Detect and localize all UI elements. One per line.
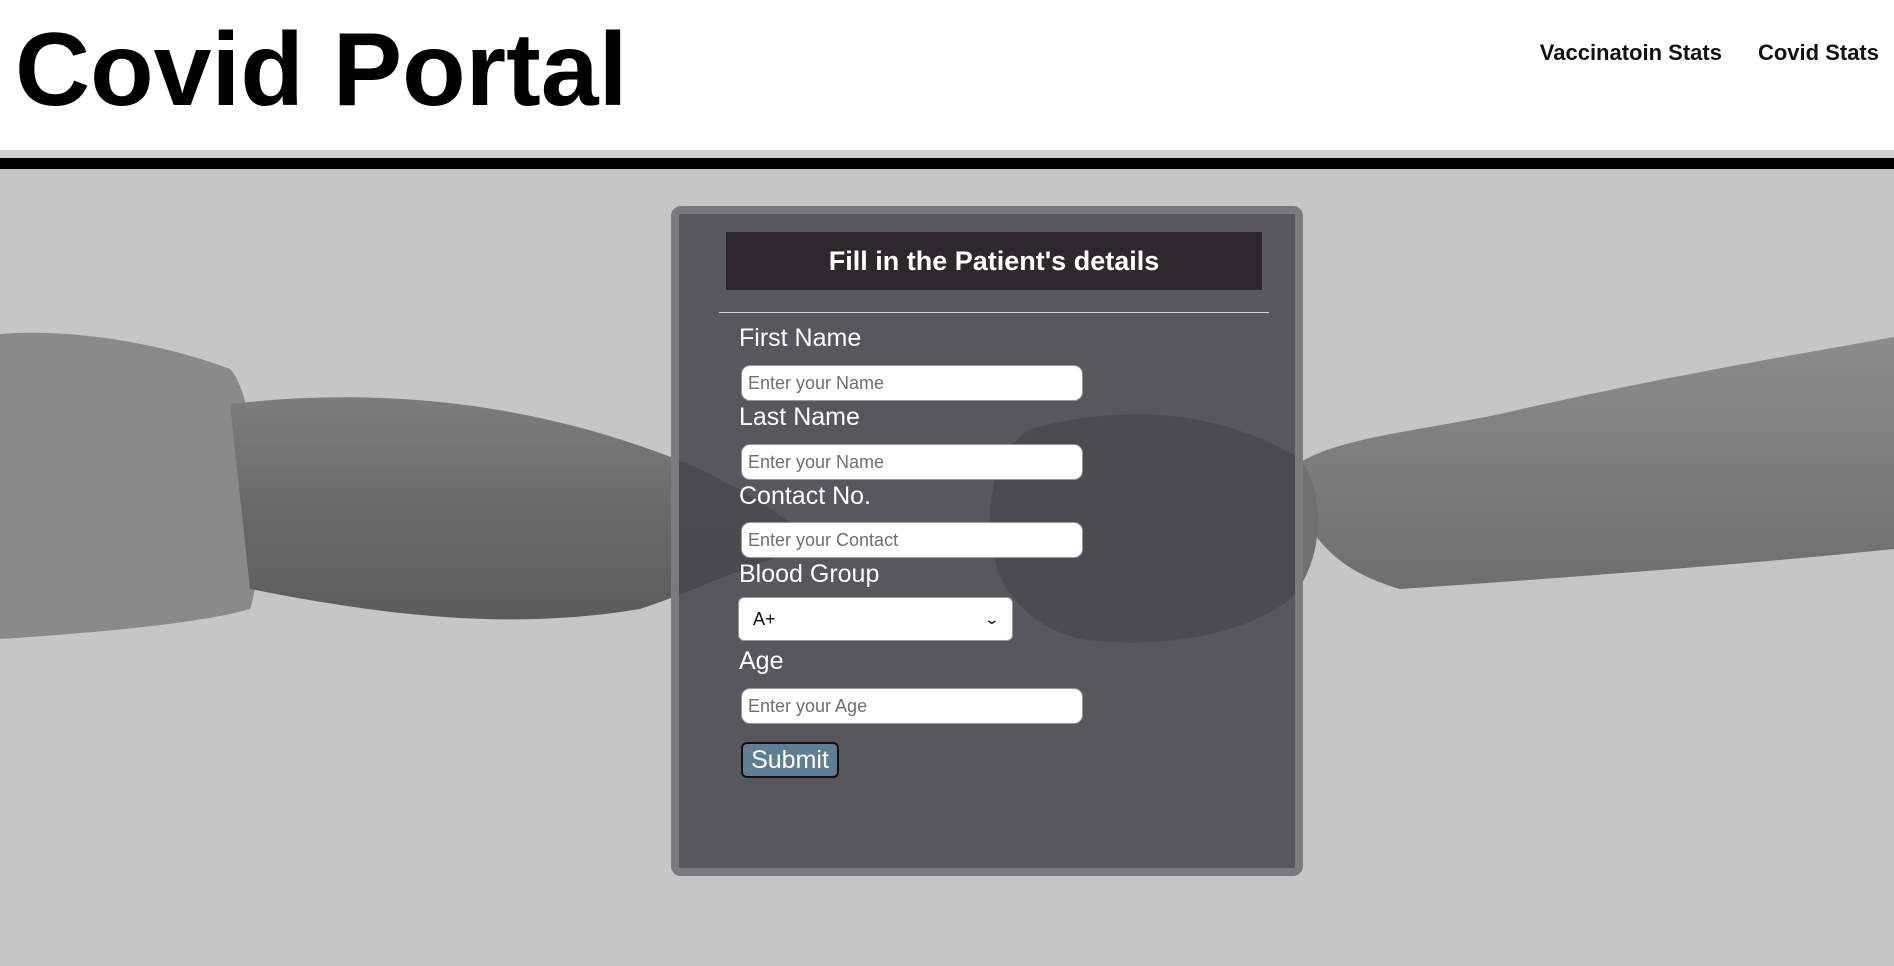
form-heading: Fill in the Patient's details bbox=[726, 232, 1262, 290]
left-sleeve bbox=[0, 332, 259, 639]
right-sleeve bbox=[1290, 337, 1894, 589]
form-divider bbox=[719, 312, 1269, 313]
contact-input[interactable] bbox=[741, 522, 1083, 558]
patient-form-card: Fill in the Patient's details First Name… bbox=[671, 206, 1303, 876]
submit-button[interactable]: Submit bbox=[741, 742, 839, 778]
contact-label: Contact No. bbox=[739, 482, 872, 510]
blood-group-label: Blood Group bbox=[739, 560, 880, 588]
last-name-input[interactable] bbox=[741, 444, 1083, 480]
age-input[interactable] bbox=[741, 688, 1083, 724]
chevron-down-icon: ⌄ bbox=[983, 610, 1001, 627]
header-divider-dark bbox=[0, 158, 1894, 169]
top-nav: Vaccinatoin Stats Covid Stats bbox=[1540, 40, 1879, 66]
site-title: Covid Portal bbox=[15, 12, 628, 128]
site-header: Covid Portal Vaccinatoin Stats Covid Sta… bbox=[0, 0, 1894, 150]
nav-link-vaccination-stats[interactable]: Vaccinatoin Stats bbox=[1540, 40, 1722, 66]
blood-group-select[interactable]: A+ ⌄ bbox=[738, 597, 1013, 641]
last-name-label: Last Name bbox=[739, 403, 860, 431]
first-name-input[interactable] bbox=[741, 365, 1083, 401]
nav-link-covid-stats[interactable]: Covid Stats bbox=[1758, 40, 1879, 66]
header-divider-light bbox=[0, 150, 1894, 158]
age-label: Age bbox=[739, 647, 784, 675]
blood-group-selected-value: A+ bbox=[753, 608, 776, 629]
first-name-label: First Name bbox=[739, 324, 862, 352]
